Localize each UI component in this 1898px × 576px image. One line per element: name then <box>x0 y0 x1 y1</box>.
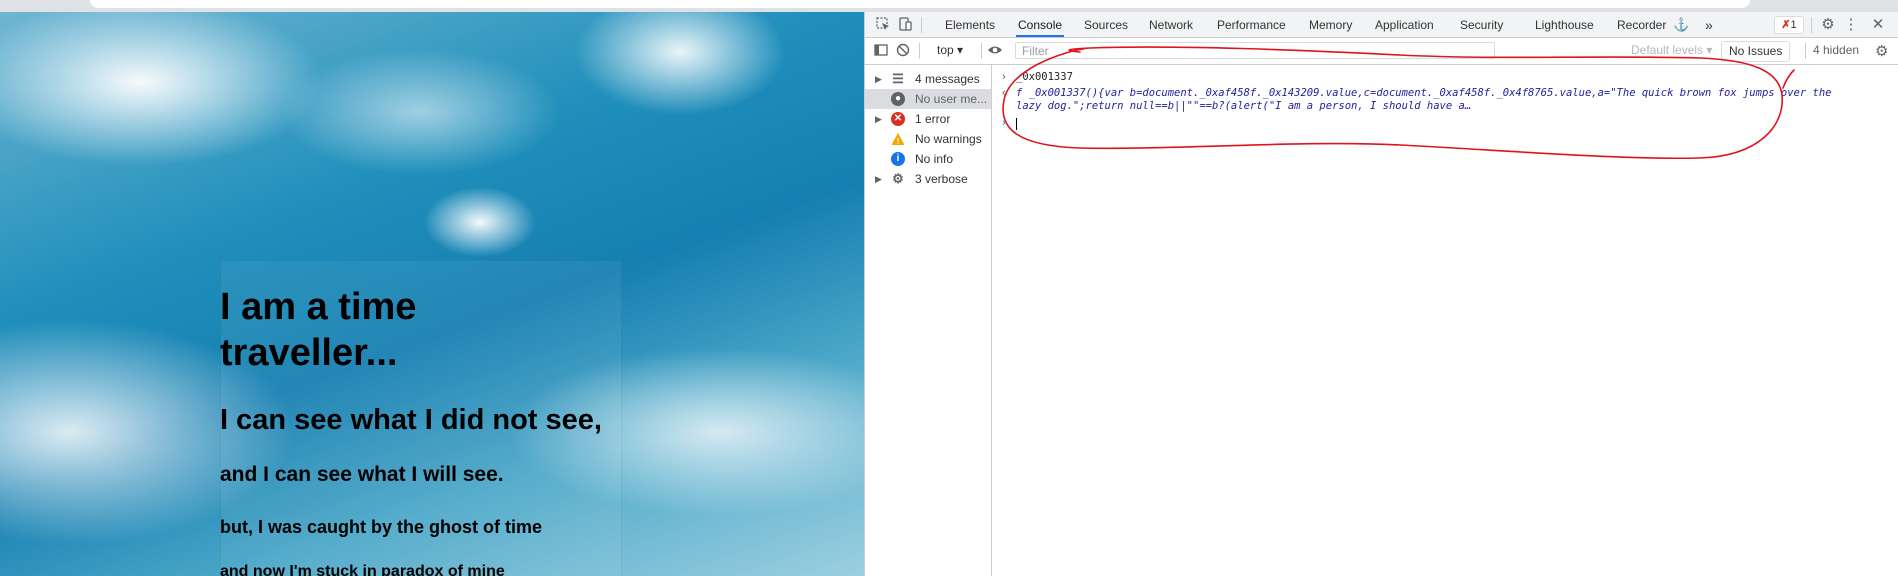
inspect-element-icon[interactable] <box>875 17 891 33</box>
function-source-line-1: f _0x001337(){var b=document._0xaf458f._… <box>1016 87 1832 99</box>
page-line-5: and now I'm stuck in paradox of mine <box>220 563 505 576</box>
console-sidebar: ▶ ☰ 4 messages ● No user me... ▶ ✕ 1 err… <box>865 65 992 576</box>
live-expression-eye-icon[interactable] <box>987 43 1003 59</box>
browser-top-strip <box>0 0 1898 12</box>
sidebar-item-verbose[interactable]: ▶ ⚙ 3 verbose <box>865 169 991 189</box>
error-icon: ✕ <box>891 112 905 126</box>
sidebar-item-user-messages[interactable]: ● No user me... <box>865 89 991 109</box>
sidebar-label: 1 error <box>915 112 951 126</box>
sidebar-toggle-icon[interactable] <box>873 43 889 59</box>
sidebar-item-errors[interactable]: ▶ ✕ 1 error <box>865 109 991 129</box>
clear-console-icon[interactable] <box>895 43 911 59</box>
sidebar-item-warnings[interactable]: ! No warnings <box>865 129 991 149</box>
expand-arrow-icon: ▶ <box>875 114 882 124</box>
result-prompt-icon: ‹ <box>1002 87 1006 99</box>
tab-recorder[interactable]: Recorder <box>1615 12 1668 37</box>
input-prompt-icon: › <box>1002 71 1006 83</box>
more-tabs-button[interactable]: » <box>1703 12 1715 37</box>
bug-icon: ⚙ <box>892 171 904 186</box>
tab-console[interactable]: Console <box>1016 12 1065 37</box>
tab-elements[interactable]: Elements <box>943 12 997 37</box>
tab-sources[interactable]: Sources <box>1082 12 1130 37</box>
list-icon: ☰ <box>892 71 904 86</box>
log-levels-dropdown[interactable]: Default levels ▾ <box>1631 43 1712 57</box>
tab-performance[interactable]: Performance <box>1215 12 1288 37</box>
issues-button[interactable]: No Issues <box>1721 41 1791 62</box>
sidebar-label: 4 messages <box>915 72 980 86</box>
sidebar-label: No user me... <box>915 92 988 106</box>
tab-security[interactable]: Security <box>1458 12 1505 37</box>
info-icon: i <box>891 152 905 166</box>
context-select[interactable]: top ▾ <box>937 43 963 57</box>
page-heading: I am a time traveller... <box>220 286 417 374</box>
page-line-2: I can see what I did not see, <box>220 404 602 436</box>
page-line-4: but, I was caught by the ghost of time <box>220 517 543 537</box>
log-levels-label: Default levels <box>1631 43 1704 57</box>
sidebar-item-info[interactable]: i No info <box>865 149 991 169</box>
text-cursor <box>1016 118 1017 130</box>
webpage-viewport: I am a time traveller... I can see what … <box>0 12 864 576</box>
console-settings-gear-icon[interactable]: ⚙ <box>1875 42 1888 60</box>
devtools-tabbar: Elements Console Sources Network Perform… <box>865 12 1898 38</box>
error-icon: ✗ <box>1781 19 1791 31</box>
tab-lighthouse[interactable]: Lighthouse <box>1533 12 1596 37</box>
tab-memory[interactable]: Memory <box>1307 12 1354 37</box>
recorder-flask-icon: ⚓ <box>1673 17 1690 32</box>
more-options-icon[interactable]: ⋮ <box>1843 17 1859 33</box>
sidebar-label: No warnings <box>915 132 982 146</box>
tab-network[interactable]: Network <box>1147 12 1195 37</box>
sidebar-label: No info <box>915 152 954 166</box>
function-source-line-2: lazy dog.";return null==b||""==b?(alert(… <box>1016 100 1472 112</box>
devtools-panel: Elements Console Sources Network Perform… <box>864 12 1898 576</box>
close-devtools-icon[interactable]: ✕ <box>1870 17 1886 33</box>
svg-text:!: ! <box>897 137 900 146</box>
console-toolbar: top ▾ Filter Default levels ▾ No Issues … <box>865 38 1898 65</box>
console-prompt-icon: › <box>1002 117 1006 129</box>
error-count-badge[interactable]: ✗1 <box>1774 16 1804 34</box>
context-value: top <box>937 43 954 57</box>
device-toolbar-icon[interactable] <box>897 17 913 33</box>
console-input-text: _0x001337 <box>1016 71 1073 83</box>
hidden-messages-count: 4 hidden <box>1813 43 1860 57</box>
sidebar-label: 3 verbose <box>915 172 968 186</box>
expand-arrow-icon: ▶ <box>875 174 882 184</box>
address-bar[interactable] <box>90 0 1750 8</box>
user-icon: ● <box>891 92 905 106</box>
expand-arrow-icon: ▶ <box>875 74 882 84</box>
sidebar-item-messages[interactable]: ▶ ☰ 4 messages <box>865 69 991 89</box>
tab-application[interactable]: Application <box>1373 12 1436 37</box>
console-filter-input[interactable]: Filter <box>1015 42 1495 59</box>
warning-icon: ! <box>891 132 905 146</box>
console-output[interactable]: › _0x001337 ‹ f _0x001337(){var b=docume… <box>992 65 1898 576</box>
error-count: 1 <box>1790 19 1797 31</box>
settings-gear-icon[interactable]: ⚙ <box>1820 17 1836 33</box>
page-line-3: and I can see what I will see. <box>220 463 504 486</box>
